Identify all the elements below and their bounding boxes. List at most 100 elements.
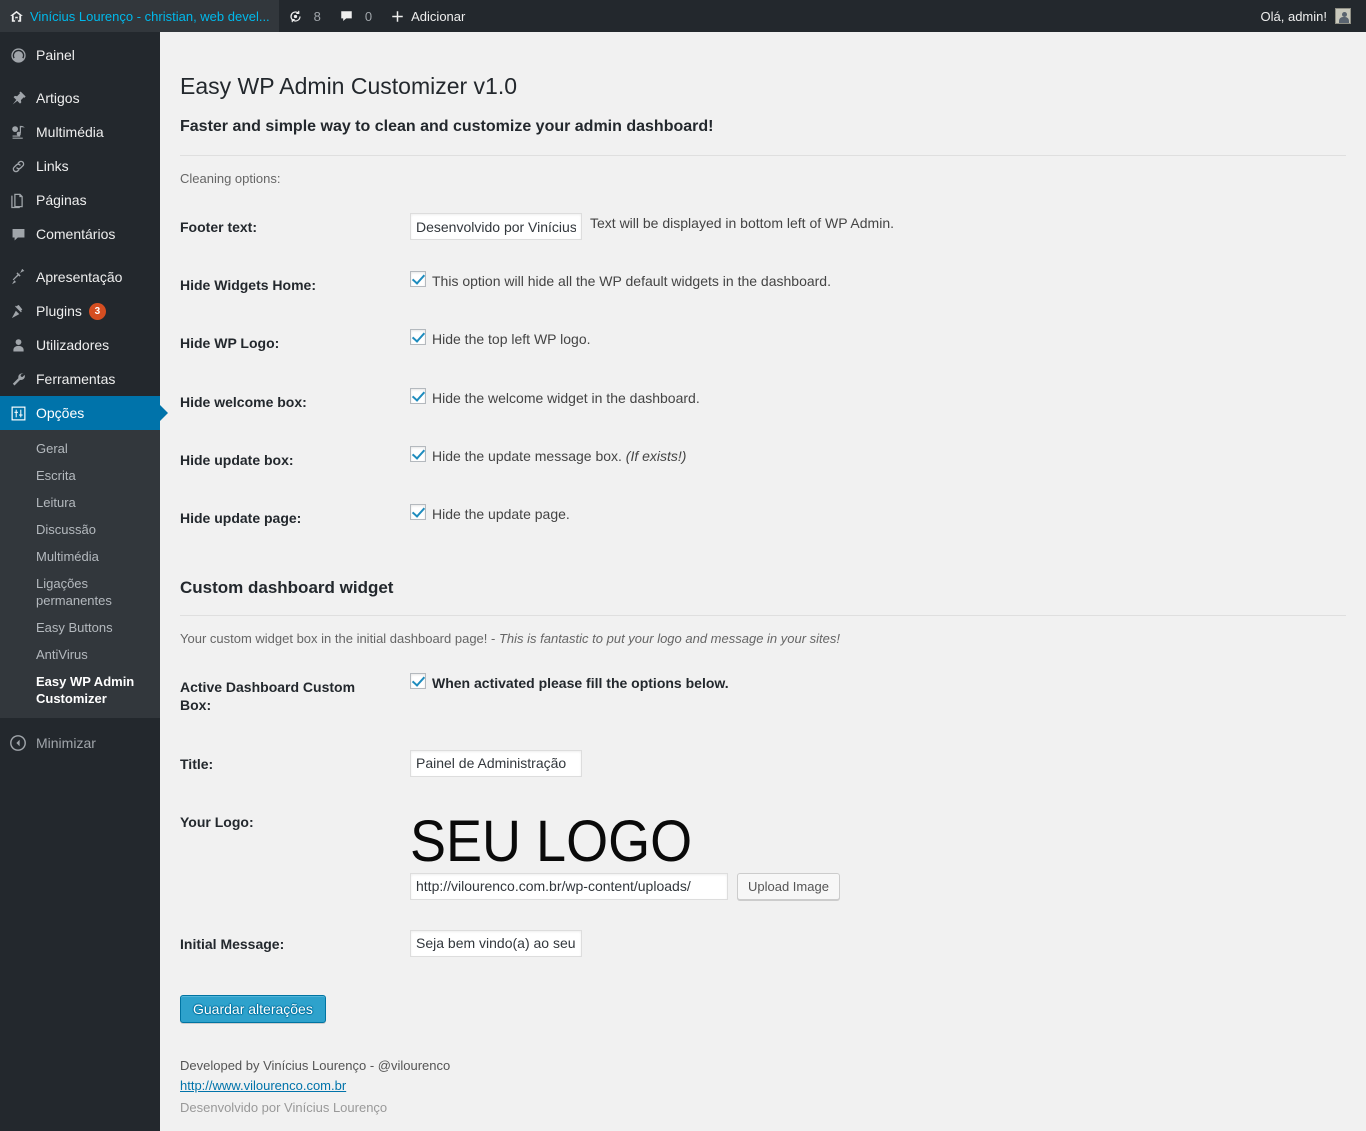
sidebar-item-label: Links	[36, 157, 69, 174]
hide-widgets-home-hint[interactable]: This option will hide all the WP default…	[432, 271, 831, 292]
submenu-item-antivirus[interactable]: AntiVirus	[0, 641, 160, 668]
custom-widget-description-emphasis: This is fantastic to put your logo and m…	[498, 631, 841, 647]
active-dashboard-box-hint[interactable]: When activated please fill the options b…	[432, 673, 729, 694]
save-changes-button[interactable]: Guardar alterações	[180, 994, 326, 1023]
form-row-hide-update-box: Hide update box: Hide the update message…	[180, 431, 1346, 489]
sidebar-item-label: Multimédia	[36, 123, 104, 140]
adminbar-updates[interactable]: 8	[279, 0, 330, 32]
sidebar-item-painel[interactable]: Painel	[0, 38, 160, 72]
sidebar-item-label: Plugins	[36, 302, 82, 319]
sidebar-item-label: Artigos	[36, 89, 80, 106]
plus-icon	[390, 9, 405, 24]
logo-upload-row: Upload Image	[410, 872, 1336, 900]
collapse-menu-label: Minimizar	[36, 735, 96, 751]
footer-text-hint: Text will be displayed in bottom left of…	[590, 215, 894, 231]
adminbar-site-name[interactable]: Vinícius Lourenço - christian, web devel…	[0, 0, 279, 32]
sidebar-item-label: Comentários	[36, 225, 116, 242]
form-row-hide-welcome-box: Hide welcome box: Hide the welcome widge…	[180, 373, 1346, 431]
collapse-arrow-icon	[0, 734, 36, 752]
page-subtitle: Faster and simple way to clean and custo…	[180, 117, 1346, 156]
hide-update-page-checkbox[interactable]	[410, 503, 426, 520]
sidebar-item-opcoes[interactable]: Opções	[0, 396, 168, 430]
menu-separator	[0, 251, 160, 260]
form-row-initial-message: Initial Message:	[180, 915, 1346, 973]
sidebar-item-multimedia[interactable]: Multimédia	[0, 115, 160, 149]
hide-update-box-hint[interactable]: Hide the update message box. (If exists!…	[432, 446, 686, 467]
cleaning-options-table: Footer text: Text will be displayed in b…	[180, 198, 1346, 547]
adminbar-greeting: Olá, admin!	[1260, 8, 1327, 24]
menu-separator	[0, 72, 160, 81]
appearance-icon	[0, 268, 36, 286]
custom-widget-description-text: Your custom widget box in the initial da…	[180, 631, 499, 647]
submenu-item-easy-buttons[interactable]: Easy Buttons	[0, 614, 160, 641]
comment-icon	[0, 226, 36, 243]
hide-welcome-box-checkbox[interactable]	[410, 387, 426, 404]
users-icon	[0, 337, 36, 354]
submenu-item-multimedia[interactable]: Multimédia	[0, 543, 160, 570]
sidebar-item-plugins[interactable]: Plugins 3	[0, 294, 160, 328]
sidebar-item-ferramentas[interactable]: Ferramentas	[0, 362, 160, 396]
label-your-logo: Your Logo:	[180, 813, 254, 830]
sidebar-item-label: Painel	[36, 46, 75, 63]
sidebar-item-comentarios[interactable]: Comentários	[0, 217, 160, 251]
footer-text-field-group: Text will be displayed in bottom left of…	[410, 213, 1336, 240]
pages-icon	[0, 192, 36, 209]
hide-welcome-box-group: Hide the welcome widget in the dashboard…	[410, 387, 1336, 409]
submit-area: Guardar alterações	[180, 994, 1346, 1023]
home-icon	[9, 9, 24, 24]
hide-widgets-home-checkbox[interactable]	[410, 271, 426, 288]
hide-wp-logo-hint[interactable]: Hide the top left WP logo.	[432, 329, 591, 350]
active-dashboard-box-checkbox[interactable]	[410, 673, 426, 690]
sidebar-item-artigos[interactable]: Artigos	[0, 81, 160, 115]
dashboard-icon	[0, 47, 36, 64]
adminbar-updates-count: 8	[313, 8, 321, 24]
settings-icon	[0, 405, 36, 422]
sidebar-item-utilizadores[interactable]: Utilizadores	[0, 328, 160, 362]
submenu-item-ligacoes-permanentes[interactable]: Ligações permanentes	[0, 570, 160, 614]
label-hide-widgets-home: Hide Widgets Home:	[180, 277, 316, 294]
sidebar-item-apresentacao[interactable]: Apresentação	[0, 260, 160, 294]
link-icon	[0, 158, 36, 175]
submenu-item-easy-wp-admin-customizer[interactable]: Easy WP Admin Customizer	[0, 668, 160, 712]
form-row-your-logo: Your Logo: SEU LOGO Upload Image	[180, 793, 1346, 915]
sidebar-item-links[interactable]: Links	[0, 149, 160, 183]
author-website-link[interactable]: http://www.vilourenco.com.br	[180, 1078, 346, 1093]
custom-widget-description: Your custom widget box in the initial da…	[180, 630, 1346, 648]
admin-sidebar-menu: Painel Artigos Multimédia Links Páginas …	[0, 32, 168, 1131]
hide-update-box-hint-text: Hide the update message box.	[432, 447, 622, 464]
hide-wp-logo-checkbox[interactable]	[410, 329, 426, 346]
hide-welcome-box-hint[interactable]: Hide the welcome widget in the dashboard…	[432, 388, 700, 409]
adminbar-new-content[interactable]: Adicionar	[381, 0, 474, 32]
page-title: Easy WP Admin Customizer v1.0	[180, 73, 518, 99]
label-footer-text: Footer text:	[180, 219, 257, 235]
admin-bar: Vinícius Lourenço - christian, web devel…	[0, 0, 1366, 32]
adminbar-my-account[interactable]: Olá, admin!	[1252, 0, 1360, 32]
upload-image-button[interactable]: Upload Image	[737, 872, 840, 900]
form-row-active-dashboard-box: Active Dashboard Custom Box: When activa…	[180, 658, 1346, 734]
adminbar-comments[interactable]: 0	[330, 0, 381, 32]
admin-footer-text: Desenvolvido por Vinícius Lourenço	[180, 1100, 388, 1115]
submenu-item-escrita[interactable]: Escrita	[0, 462, 160, 489]
hide-update-page-hint[interactable]: Hide the update page.	[432, 504, 570, 525]
widget-title-input[interactable]	[410, 749, 582, 777]
options-submenu: Geral Escrita Leitura Discussão Multiméd…	[0, 430, 160, 718]
custom-widget-table: Active Dashboard Custom Box: When activa…	[180, 658, 1346, 973]
media-icon	[0, 124, 36, 141]
custom-widget-section-title: Custom dashboard widget	[180, 577, 1346, 617]
initial-message-input[interactable]	[410, 929, 582, 957]
plugins-icon	[0, 303, 36, 320]
label-hide-wp-logo: Hide WP Logo:	[180, 335, 280, 352]
form-row-hide-wp-logo: Hide WP Logo: Hide the top left WP logo.	[180, 314, 1346, 372]
logo-url-input[interactable]	[410, 872, 728, 900]
sidebar-item-paginas[interactable]: Páginas	[0, 183, 160, 217]
submenu-item-leitura[interactable]: Leitura	[0, 489, 160, 516]
comment-bubble-icon	[339, 9, 354, 24]
adminbar-new-label: Adicionar	[411, 8, 466, 24]
main-content: Easy WP Admin Customizer v1.0 Faster and…	[160, 32, 1366, 1131]
collapse-menu-button[interactable]: Minimizar	[0, 726, 160, 760]
hide-update-box-checkbox[interactable]	[410, 445, 426, 462]
submenu-item-geral[interactable]: Geral	[0, 435, 160, 462]
plugins-update-badge: 3	[88, 302, 106, 320]
submenu-item-discussao[interactable]: Discussão	[0, 516, 160, 543]
footer-text-input[interactable]	[410, 213, 582, 240]
